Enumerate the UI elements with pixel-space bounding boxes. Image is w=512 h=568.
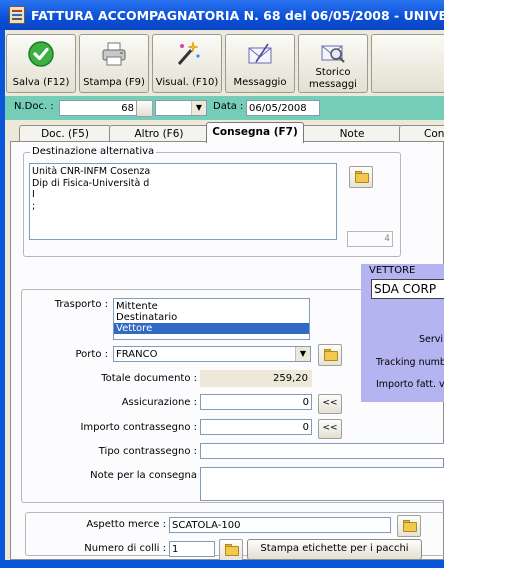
note-consegna-input[interactable]	[200, 467, 444, 501]
aspetto-merce-label: Aspetto merce :	[86, 519, 166, 530]
numero-colli-folder-button[interactable]	[219, 539, 243, 560]
tab-consegna[interactable]: Consegna (F7)	[206, 122, 304, 143]
preview-button[interactable]: Visual. (F10)	[152, 34, 222, 93]
numero-colli-label: Numero di colli :	[84, 543, 166, 554]
assicurazione-label: Assicurazione :	[121, 397, 197, 408]
toolbar-overflow-button[interactable]	[371, 34, 444, 93]
suffix-combo[interactable]: ▼	[155, 100, 207, 116]
destinazione-group: Destinazione alternativa Unità CNR-INFM …	[23, 146, 401, 257]
porto-combo[interactable]: FRANCO ▼	[113, 346, 311, 362]
trasporto-label: Trasporto :	[54, 299, 108, 310]
totale-label: Totale documento :	[101, 373, 197, 384]
destinazione-folder-button[interactable]	[349, 166, 373, 188]
chevron-down-icon[interactable]: ▼	[191, 101, 206, 115]
tracking-number-label: Tracking numb	[376, 357, 444, 368]
vettore-panel: VETTORE SDA CORP Servi Tracking numb Imp…	[361, 264, 444, 402]
destinazione-textarea[interactable]: Unità CNR-INFM Cosenza Dip di Fisica-Uni…	[29, 163, 337, 240]
tab-doc[interactable]: Doc. (F5)	[19, 125, 111, 142]
trasporto-option-vettore[interactable]: Vettore	[114, 323, 309, 334]
numero-colli-input[interactable]: 1	[169, 541, 215, 557]
tipo-contrassegno-label: Tipo contrassegno :	[98, 446, 197, 457]
trasporto-option-mittente[interactable]: Mittente	[114, 301, 309, 312]
ndoc-label: N.Doc. :	[14, 101, 54, 112]
tipo-contrassegno-input[interactable]	[200, 443, 444, 459]
chevron-down-icon[interactable]: ▼	[295, 347, 310, 361]
ndoc-spin-button[interactable]	[136, 100, 153, 117]
destinazione-line-3: I	[32, 189, 35, 200]
client-area: Salva (F12) Stampa (F9) Visual. (F10) Me…	[5, 30, 444, 560]
servizio-label: Servi	[419, 334, 444, 345]
message-history-button[interactable]: Storico messaggi	[298, 34, 368, 93]
assicurazione-input[interactable]: 0	[200, 394, 312, 410]
envelope-search-icon	[321, 45, 345, 63]
assicurazione-copy-button[interactable]: <<	[318, 394, 342, 414]
aspetto-merce-input[interactable]: SCATOLA-100	[169, 517, 391, 533]
destinazione-line-4: ;	[32, 200, 36, 212]
app-window: FATTURA ACCOMPAGNATORIA N. 68 del 06/05/…	[0, 0, 444, 568]
destinazione-line-1: Unità CNR-INFM Cosenza	[32, 166, 151, 177]
window-title: FATTURA ACCOMPAGNATORIA N. 68 del 06/05/…	[31, 8, 444, 23]
totale-value: 259,20	[200, 370, 312, 387]
tab-altro[interactable]: Altro (F6)	[109, 125, 209, 142]
print-button-label: Stampa (F9)	[83, 77, 145, 88]
destinazione-line-counter: 4	[347, 231, 393, 247]
check-icon	[28, 41, 54, 67]
save-button[interactable]: Salva (F12)	[6, 34, 76, 93]
porto-folder-button[interactable]	[318, 344, 342, 366]
message-button[interactable]: Messaggio	[225, 34, 295, 93]
preview-button-label: Visual. (F10)	[155, 77, 219, 88]
porto-label: Porto :	[75, 349, 109, 360]
date-input[interactable]: 06/05/2008	[246, 100, 320, 116]
data-label: Data :	[213, 101, 244, 112]
destinazione-line-2: Dip di Fisica-Università d	[32, 177, 150, 189]
note-consegna-label: Note per la consegna	[90, 470, 197, 481]
importo-contrassegno-label: Importo contrassegno :	[80, 422, 197, 433]
tab-strip: Doc. (F5) Altro (F6) Consegna (F7) Note …	[5, 122, 444, 143]
trasporto-listbox[interactable]: Mittente Destinatario Vettore	[113, 298, 310, 340]
envelope-icon	[248, 43, 272, 64]
save-button-label: Salva (F12)	[12, 77, 70, 88]
porto-value: FRANCO	[116, 349, 158, 360]
trasporto-option-destinatario[interactable]: Destinatario	[114, 312, 309, 323]
vettore-title: VETTORE	[369, 265, 416, 276]
tab-note[interactable]: Note	[302, 125, 402, 142]
document-header-row: N.Doc. : 68 ▼ Data : 06/05/2008	[5, 96, 444, 120]
message-button-label: Messaggio	[233, 77, 287, 88]
tab-contabilita[interactable]: Cont	[399, 125, 444, 141]
colli-group: Aspetto merce : SCATOLA-100 Numero di co…	[25, 512, 444, 560]
message-history-label-2: messaggi	[309, 79, 357, 90]
print-button[interactable]: Stampa (F9)	[79, 34, 149, 93]
app-document-icon	[9, 6, 25, 24]
ndoc-input[interactable]: 68	[59, 100, 137, 116]
importo-fatt-vettore-label: Importo fatt. v	[376, 379, 444, 390]
destinazione-title: Destinazione alternativa	[30, 146, 157, 157]
printer-icon	[102, 42, 126, 66]
aspetto-merce-folder-button[interactable]	[397, 515, 421, 537]
stampa-etichette-button[interactable]: Stampa etichette per i pacchi	[247, 539, 422, 560]
importo-contrassegno-copy-button[interactable]: <<	[318, 419, 342, 439]
vettore-input[interactable]: SDA CORP	[371, 279, 444, 299]
message-history-label-1: Storico	[315, 67, 351, 78]
magic-wand-icon	[177, 41, 200, 65]
title-bar[interactable]: FATTURA ACCOMPAGNATORIA N. 68 del 06/05/…	[0, 0, 444, 30]
importo-contrassegno-input[interactable]: 0	[200, 419, 312, 435]
